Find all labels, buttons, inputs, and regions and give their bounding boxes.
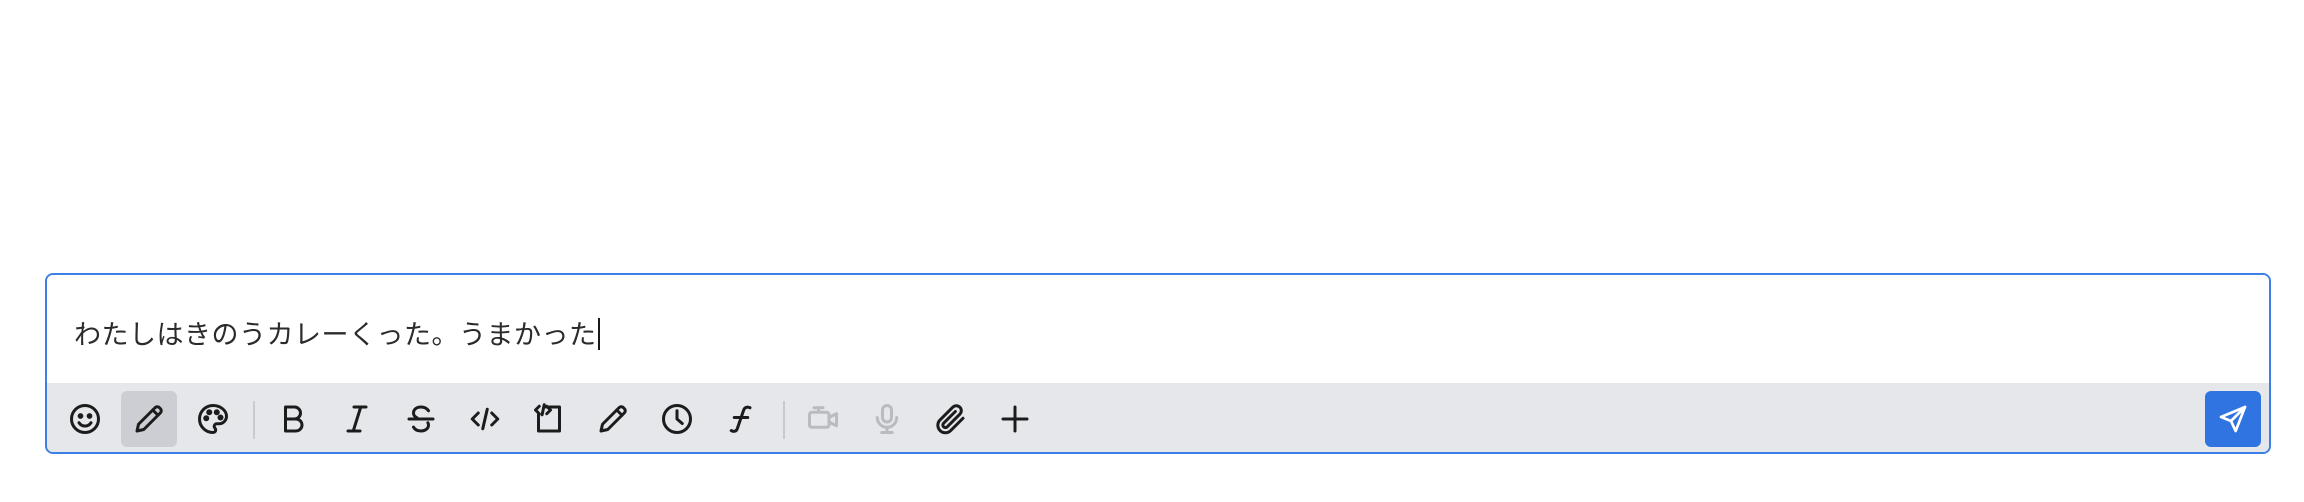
- microphone-icon: [875, 404, 899, 434]
- emoji-icon: [70, 404, 100, 434]
- toolbar-separator: [783, 401, 785, 439]
- pencil-icon: [135, 405, 163, 433]
- message-input[interactable]: わたしはきのうカレーくった。うまかった: [47, 275, 2269, 383]
- plus-icon: [1001, 405, 1029, 433]
- add-button[interactable]: [987, 391, 1043, 447]
- video-camera-icon: [808, 406, 838, 429]
- bold-icon: [284, 405, 304, 433]
- toolbar-separator: [253, 401, 255, 439]
- draw-button[interactable]: [585, 391, 641, 447]
- emoji-button[interactable]: [57, 391, 113, 447]
- message-text-content: わたしはきのうカレーくった。うまかった: [74, 320, 597, 351]
- message-text: わたしはきのうカレーくった。うまかった: [74, 313, 600, 352]
- function-button[interactable]: [713, 391, 769, 447]
- schedule-button[interactable]: [649, 391, 705, 447]
- video-button[interactable]: [795, 391, 851, 447]
- edit-mode-button[interactable]: [121, 391, 177, 447]
- send-button[interactable]: [2205, 391, 2261, 447]
- microphone-button[interactable]: [859, 391, 915, 447]
- attachment-button[interactable]: [923, 391, 979, 447]
- italic-button[interactable]: [329, 391, 385, 447]
- palette-icon: [198, 404, 228, 434]
- palette-button[interactable]: [185, 391, 241, 447]
- italic-icon: [346, 405, 368, 433]
- code-icon: [470, 407, 500, 431]
- message-composer: わたしはきのうカレーくった。うまかった: [45, 273, 2271, 454]
- function-icon: [729, 405, 752, 433]
- send-icon: [2219, 405, 2247, 433]
- clock-icon: [662, 404, 692, 434]
- pencil-icon: [599, 405, 627, 433]
- strikethrough-button[interactable]: [393, 391, 449, 447]
- code-block-icon: [534, 403, 561, 433]
- code-button[interactable]: [457, 391, 513, 447]
- code-block-button[interactable]: [521, 391, 577, 447]
- text-caret: [597, 318, 600, 350]
- bold-button[interactable]: [265, 391, 321, 447]
- strikethrough-icon: [407, 405, 435, 433]
- formatting-toolbar: [47, 383, 2269, 452]
- paperclip-icon: [936, 404, 965, 435]
